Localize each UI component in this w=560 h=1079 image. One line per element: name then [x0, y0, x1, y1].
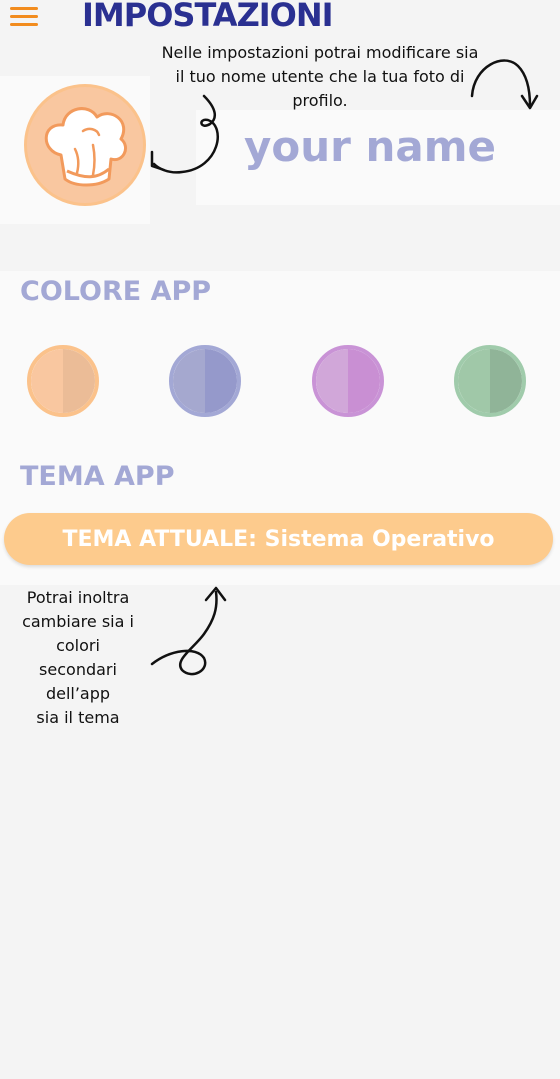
- chef-hat-icon: [44, 107, 127, 187]
- color-theme-hint-line: sia il tema: [36, 708, 120, 727]
- color-theme-hint-line: cambiare sia i: [22, 612, 134, 631]
- color-swatch-orange[interactable]: [27, 345, 99, 417]
- color-theme-hint-line: dell’app: [45, 684, 111, 703]
- color-swatch-blue[interactable]: [169, 345, 241, 417]
- color-theme-hint-line: secondari: [39, 660, 117, 679]
- color-swatch-green[interactable]: [454, 345, 526, 417]
- curved-arrow-to-name-icon: [470, 59, 539, 110]
- profile-hint-line: Nelle impostazioni potrai modificare sia: [161, 43, 479, 62]
- profile-hint-line: il tuo nome utente che la tua foto di: [175, 67, 465, 86]
- theme-toggle-button[interactable]: TEMA ATTUALE: Sistema Operativo: [4, 513, 553, 565]
- app-color-title: COLORE APP: [20, 276, 212, 307]
- color-theme-hint-line: Potrai inoltra: [26, 588, 130, 607]
- curved-arrow-to-avatar-icon: [150, 94, 219, 174]
- curved-arrow-to-theme-icon: [150, 586, 227, 676]
- avatar[interactable]: [24, 84, 146, 206]
- page-title: IMPOSTAZIONI: [82, 0, 334, 34]
- app-theme-title: TEMA APP: [20, 461, 175, 492]
- color-swatch-purple[interactable]: [312, 345, 384, 417]
- username-input[interactable]: [244, 116, 544, 176]
- hamburger-menu-icon[interactable]: [10, 6, 40, 28]
- color-theme-hint-note: Potrai inoltra cambiare sia i colori sec…: [12, 586, 144, 730]
- color-theme-hint-line: colori: [56, 636, 100, 655]
